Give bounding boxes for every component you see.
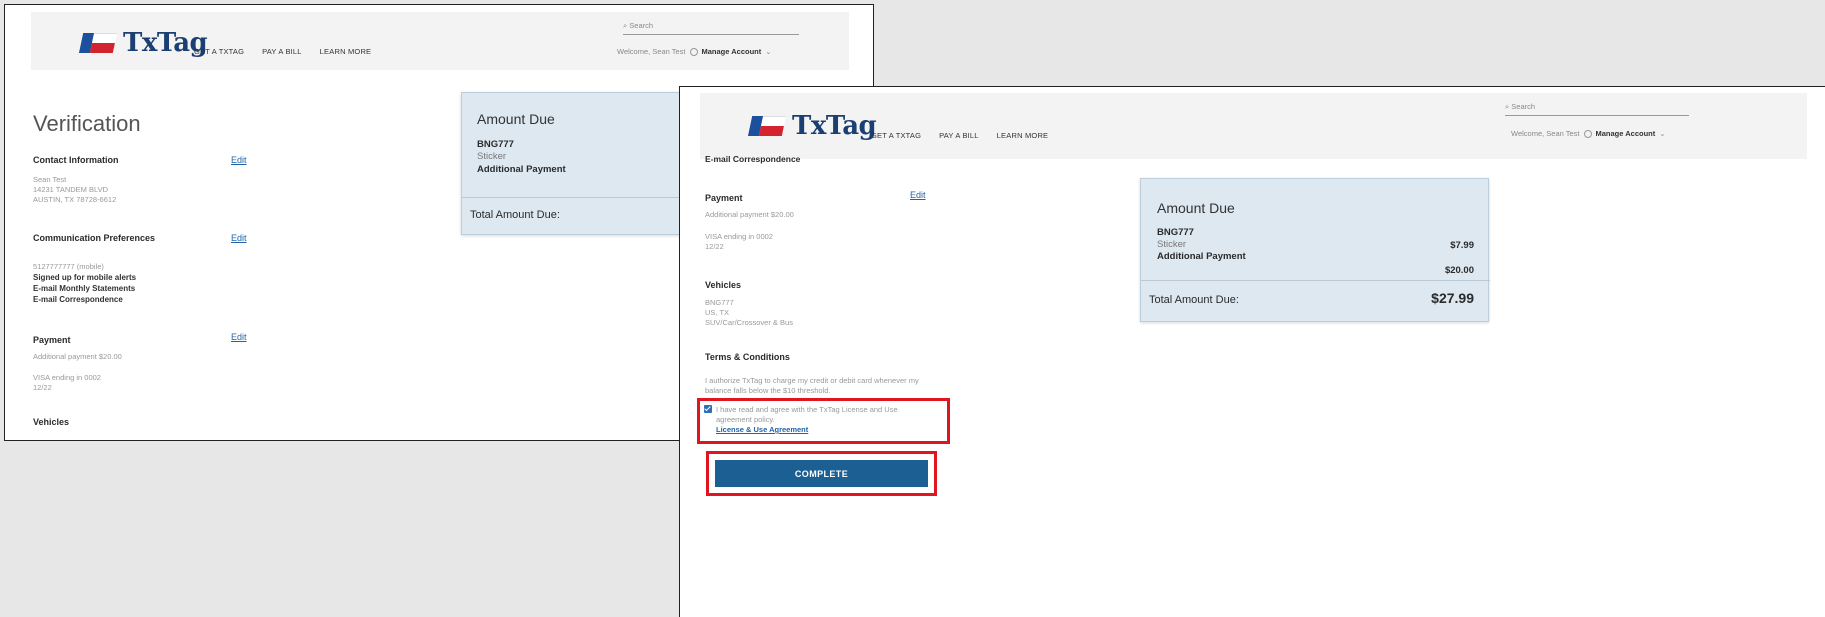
amount-due-title: Amount Due [1157,200,1235,216]
nav-learn-more[interactable]: LEARN MORE [997,131,1049,140]
agree-text: I have read and agree with the TxTag Lic… [716,405,898,414]
texas-flag-icon [747,116,787,136]
search-input[interactable]: ⌕ Search [1505,102,1689,116]
additional-payment-label: Additional Payment [477,164,566,175]
verification-screenshot-front: TxTag GET A TXTAG PAY A BILL LEARN MORE … [679,86,1825,617]
comm-item: E-mail Correspondence [33,295,123,304]
email-correspondence: E-mail Correspondence [705,154,801,164]
edit-payment-link[interactable]: Edit [910,190,926,200]
complete-button[interactable]: COMPLETE [715,460,928,487]
user-icon [1583,129,1592,138]
manage-account-link[interactable]: Manage Account [1596,129,1656,138]
page-title: Verification [33,111,141,136]
nav-learn-more[interactable]: LEARN MORE [320,47,372,56]
logo-text: TxTag [792,111,877,141]
total-amount: $27.99 [1431,290,1474,306]
vehicle-details: BNG777 US, TX SUV/Car/Crossover & Bus [705,298,793,328]
divider [1141,280,1490,281]
amount-due-box: Amount Due BNG777 Sticker $7.99 Addition… [1140,178,1490,322]
comm-details: 5127777777 (mobile) Signed up for mobile… [33,262,136,305]
contact-details: Sean Test 14231 TANDEM BLVD AUSTIN, TX 7… [33,175,116,205]
additional-payment-amount: $20.00 [1444,265,1474,276]
sticker-amount: $7.99 [1450,240,1474,251]
main-nav: GET A TXTAG PAY A BILL LEARN MORE [871,131,1048,140]
vehicles-heading: Vehicles [705,280,742,290]
main-nav: GET A TXTAG PAY A BILL LEARN MORE [194,47,371,56]
nav-get-a-txtag[interactable]: GET A TXTAG [871,131,921,140]
terms-heading: Terms & Conditions [705,352,790,362]
edit-contact-link[interactable]: Edit [231,155,247,165]
license-agreement-link[interactable]: License & Use Agreement [704,425,898,435]
chevron-down-icon: ⌄ [765,47,772,56]
payment-card: VISA ending in 0002 12/22 [33,373,101,393]
vehicle-class: SUV/Car/Crossover & Bus [705,318,793,327]
amount-due-title: Amount Due [477,111,555,127]
welcome-text: Welcome, Sean Test [617,47,686,56]
nav-pay-a-bill[interactable]: PAY A BILL [939,131,979,140]
sticker-label: Sticker [1157,239,1187,250]
nav-get-a-txtag[interactable]: GET A TXTAG [194,47,244,56]
contact-name: Sean Test [33,175,67,184]
welcome-bar: Welcome, Sean Test Manage Account ⌄ [617,47,772,56]
txtag-logo[interactable]: TxTag [747,111,877,141]
txtag-logo[interactable]: TxTag [78,28,208,58]
payment-additional: Additional payment $20.00 [33,352,122,361]
sticker-label: Sticker [477,151,507,162]
chevron-down-icon: ⌄ [1659,129,1666,138]
search-input[interactable]: ⌕ Search [623,21,799,35]
payment-additional: Additional payment $20.00 [705,210,794,219]
manage-account-link[interactable]: Manage Account [702,47,762,56]
contact-city: AUSTIN, TX 78728-6612 [33,195,117,204]
welcome-text: Welcome, Sean Test [1511,129,1580,138]
card-expiry: 12/22 [705,242,724,251]
vehicle-plate: BNG777 [705,298,734,307]
comm-heading: Communication Preferences [33,233,156,243]
agree-text-cont: agreement policy. [716,415,775,424]
user-icon [689,47,698,56]
total-label: Total Amount Due: [470,209,560,221]
card-number: VISA ending in 0002 [705,232,773,241]
edit-payment-link[interactable]: Edit [231,332,247,342]
contact-heading: Contact Information [33,155,119,165]
payment-heading: Payment [33,335,71,345]
site-header: TxTag GET A TXTAG PAY A BILL LEARN MORE … [31,12,849,70]
total-label: Total Amount Due: [1149,294,1239,306]
site-header: TxTag GET A TXTAG PAY A BILL LEARN MORE … [700,93,1807,159]
agree-checkbox[interactable] [704,405,712,413]
contact-street: 14231 TANDEM BLVD [33,185,109,194]
welcome-bar: Welcome, Sean Test Manage Account ⌄ [1511,129,1666,138]
agreement-block: I have read and agree with the TxTag Lic… [704,405,898,435]
payment-heading: Payment [705,193,743,203]
vehicles-heading: Vehicles [33,417,70,427]
vehicle-plate-amount: BNG777 [1157,227,1194,238]
edit-comm-link[interactable]: Edit [231,233,247,243]
card-expiry: 12/22 [33,383,52,392]
vehicle-plate: BNG777 [477,139,514,150]
nav-pay-a-bill[interactable]: PAY A BILL [262,47,302,56]
texas-flag-icon [78,33,118,53]
vehicle-state: US, TX [705,308,730,317]
authorize-text: I authorize TxTag to charge my credit or… [705,376,919,395]
additional-payment-label: Additional Payment [1157,251,1246,262]
comm-phone: 5127777777 (mobile) [33,262,104,271]
card-number: VISA ending in 0002 [33,373,101,382]
comm-item: E-mail Monthly Statements [33,284,136,293]
comm-item: Signed up for mobile alerts [33,273,137,282]
payment-card: VISA ending in 0002 12/22 [705,232,773,252]
